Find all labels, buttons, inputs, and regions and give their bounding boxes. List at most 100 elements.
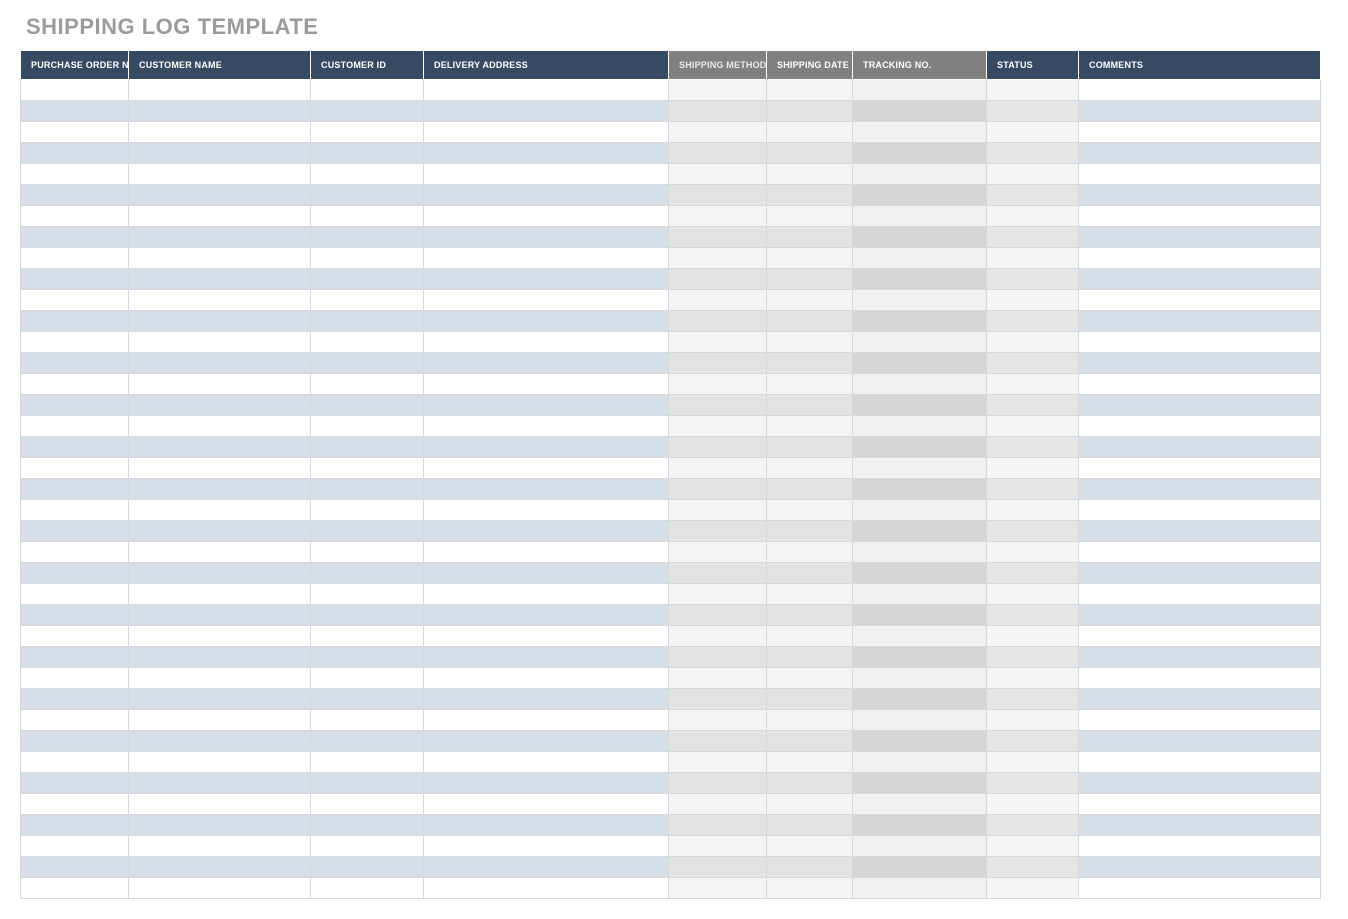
cell-comments[interactable] [1079, 437, 1321, 458]
cell-method[interactable] [669, 794, 767, 815]
cell-comments[interactable] [1079, 290, 1321, 311]
cell-id[interactable] [311, 80, 424, 101]
cell-name[interactable] [129, 500, 311, 521]
cell-id[interactable] [311, 647, 424, 668]
cell-status[interactable] [987, 374, 1079, 395]
cell-status[interactable] [987, 185, 1079, 206]
cell-id[interactable] [311, 542, 424, 563]
cell-comments[interactable] [1079, 773, 1321, 794]
cell-po[interactable] [21, 80, 129, 101]
cell-id[interactable] [311, 521, 424, 542]
cell-method[interactable] [669, 605, 767, 626]
cell-po[interactable] [21, 332, 129, 353]
cell-id[interactable] [311, 353, 424, 374]
cell-id[interactable] [311, 584, 424, 605]
cell-comments[interactable] [1079, 248, 1321, 269]
cell-date[interactable] [767, 206, 853, 227]
cell-track[interactable] [853, 164, 987, 185]
cell-id[interactable] [311, 479, 424, 500]
cell-addr[interactable] [424, 542, 669, 563]
cell-status[interactable] [987, 479, 1079, 500]
cell-po[interactable] [21, 626, 129, 647]
cell-id[interactable] [311, 164, 424, 185]
cell-status[interactable] [987, 227, 1079, 248]
cell-track[interactable] [853, 395, 987, 416]
cell-method[interactable] [669, 143, 767, 164]
cell-id[interactable] [311, 122, 424, 143]
cell-status[interactable] [987, 563, 1079, 584]
cell-addr[interactable] [424, 647, 669, 668]
cell-method[interactable] [669, 773, 767, 794]
cell-addr[interactable] [424, 311, 669, 332]
cell-status[interactable] [987, 122, 1079, 143]
cell-comments[interactable] [1079, 416, 1321, 437]
cell-status[interactable] [987, 353, 1079, 374]
cell-comments[interactable] [1079, 185, 1321, 206]
cell-po[interactable] [21, 500, 129, 521]
cell-name[interactable] [129, 143, 311, 164]
cell-method[interactable] [669, 752, 767, 773]
cell-id[interactable] [311, 563, 424, 584]
cell-method[interactable] [669, 437, 767, 458]
cell-date[interactable] [767, 752, 853, 773]
cell-name[interactable] [129, 542, 311, 563]
cell-date[interactable] [767, 584, 853, 605]
cell-name[interactable] [129, 395, 311, 416]
cell-date[interactable] [767, 563, 853, 584]
cell-track[interactable] [853, 731, 987, 752]
cell-id[interactable] [311, 227, 424, 248]
cell-po[interactable] [21, 101, 129, 122]
cell-addr[interactable] [424, 479, 669, 500]
cell-status[interactable] [987, 437, 1079, 458]
cell-name[interactable] [129, 353, 311, 374]
col-header-comments[interactable]: COMMENTS [1079, 51, 1321, 80]
cell-track[interactable] [853, 311, 987, 332]
cell-date[interactable] [767, 185, 853, 206]
cell-method[interactable] [669, 584, 767, 605]
cell-name[interactable] [129, 416, 311, 437]
cell-id[interactable] [311, 689, 424, 710]
cell-comments[interactable] [1079, 584, 1321, 605]
cell-addr[interactable] [424, 80, 669, 101]
cell-method[interactable] [669, 185, 767, 206]
cell-date[interactable] [767, 269, 853, 290]
cell-method[interactable] [669, 710, 767, 731]
cell-name[interactable] [129, 206, 311, 227]
cell-po[interactable] [21, 374, 129, 395]
cell-status[interactable] [987, 248, 1079, 269]
cell-po[interactable] [21, 185, 129, 206]
cell-id[interactable] [311, 731, 424, 752]
cell-status[interactable] [987, 332, 1079, 353]
cell-addr[interactable] [424, 122, 669, 143]
cell-status[interactable] [987, 878, 1079, 899]
cell-addr[interactable] [424, 416, 669, 437]
cell-track[interactable] [853, 101, 987, 122]
col-header-date[interactable]: SHIPPING DATE [767, 51, 853, 80]
cell-method[interactable] [669, 374, 767, 395]
cell-comments[interactable] [1079, 122, 1321, 143]
cell-po[interactable] [21, 311, 129, 332]
cell-track[interactable] [853, 563, 987, 584]
cell-comments[interactable] [1079, 731, 1321, 752]
cell-track[interactable] [853, 878, 987, 899]
cell-addr[interactable] [424, 710, 669, 731]
cell-id[interactable] [311, 605, 424, 626]
cell-addr[interactable] [424, 353, 669, 374]
cell-status[interactable] [987, 689, 1079, 710]
cell-track[interactable] [853, 626, 987, 647]
cell-comments[interactable] [1079, 710, 1321, 731]
cell-date[interactable] [767, 815, 853, 836]
cell-name[interactable] [129, 80, 311, 101]
cell-date[interactable] [767, 542, 853, 563]
cell-date[interactable] [767, 248, 853, 269]
cell-id[interactable] [311, 752, 424, 773]
cell-method[interactable] [669, 479, 767, 500]
cell-addr[interactable] [424, 206, 669, 227]
cell-method[interactable] [669, 521, 767, 542]
cell-method[interactable] [669, 395, 767, 416]
cell-track[interactable] [853, 80, 987, 101]
cell-status[interactable] [987, 521, 1079, 542]
cell-comments[interactable] [1079, 479, 1321, 500]
cell-date[interactable] [767, 353, 853, 374]
cell-id[interactable] [311, 269, 424, 290]
